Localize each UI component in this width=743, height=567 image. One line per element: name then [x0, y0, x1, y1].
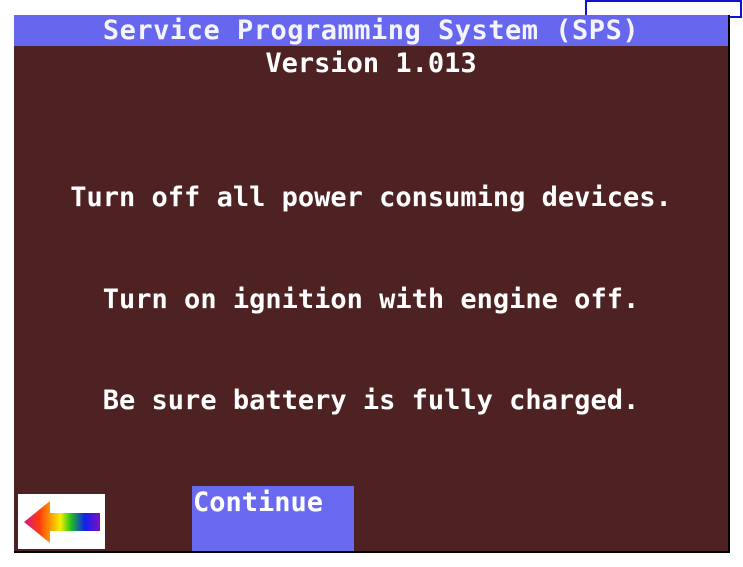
version-label: Version 1.013 — [265, 48, 477, 79]
sps-screen: Service Programming System (SPS) Version… — [14, 15, 730, 553]
instruction-power-devices: Turn off all power consuming devices. — [70, 182, 672, 213]
continue-button[interactable]: Continue — [192, 486, 354, 551]
back-button[interactable] — [18, 494, 105, 549]
title-bar: Service Programming System (SPS) — [14, 15, 728, 46]
instruction-battery: Be sure battery is fully charged. — [102, 385, 640, 416]
instruction-ignition: Turn on ignition with engine off. — [102, 284, 640, 315]
back-arrow-icon — [24, 501, 100, 543]
